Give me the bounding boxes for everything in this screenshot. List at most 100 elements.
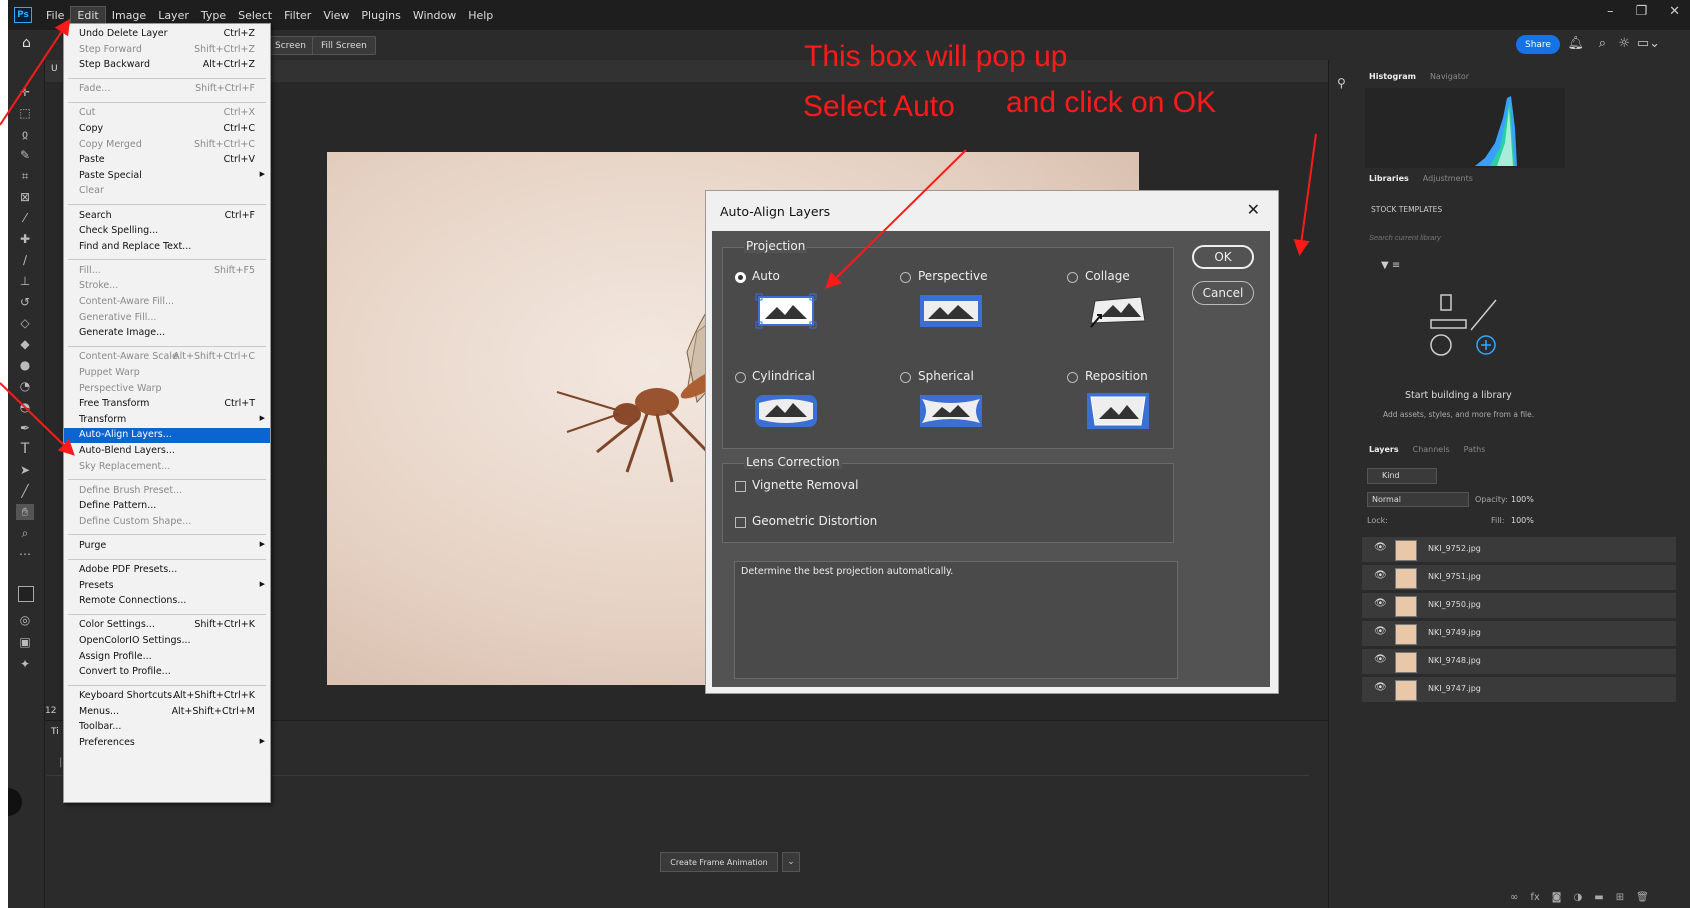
help-bubble[interactable] (8, 788, 22, 816)
minimize-icon[interactable]: – (1607, 4, 1614, 19)
line-tool-icon[interactable]: ╱ (16, 483, 34, 499)
layer-row[interactable]: 👁︎ NKI_9749.jpg (1362, 621, 1676, 647)
folder-icon[interactable]: ▬ (1594, 892, 1603, 903)
create-frame-animation-button[interactable]: Create Frame Animation (660, 852, 778, 872)
edit-menu-item[interactable]: Search Ctrl+F (64, 209, 270, 224)
bell-icon[interactable]: 🔔︎ (1567, 36, 1584, 51)
edit-menu-item[interactable]: Define Custom Shape... (64, 515, 270, 530)
radio-collage-label[interactable]: Collage (1085, 269, 1130, 283)
radio-reposition-label[interactable]: Reposition (1085, 369, 1148, 383)
edit-menu-item[interactable]: Content-Aware Scale Alt+Shift+Ctrl+C (64, 350, 270, 365)
quick-mask-icon[interactable]: ◎ (16, 612, 34, 628)
cylindrical-projection-icon[interactable] (755, 393, 817, 429)
eye-icon[interactable]: 👁︎ (1374, 682, 1387, 693)
layer-row[interactable]: 👁︎ NKI_9752.jpg (1362, 537, 1676, 563)
geometric-distortion-label[interactable]: Geometric Distortion (752, 514, 877, 528)
layer-row[interactable]: 👁︎ NKI_9747.jpg (1362, 677, 1676, 703)
brightness-icon[interactable]: ☼ (1618, 36, 1630, 51)
radio-auto[interactable] (735, 272, 746, 283)
mask-icon[interactable]: ◙ (1552, 892, 1562, 903)
reposition-projection-icon[interactable] (1087, 393, 1149, 429)
perspective-projection-icon[interactable] (920, 293, 982, 329)
edit-menu-item[interactable]: Auto-Blend Layers... (64, 444, 270, 459)
radio-spherical-label[interactable]: Spherical (918, 369, 974, 383)
eyedropper-tool-icon[interactable]: ⁄ (16, 210, 34, 226)
edit-menu-item[interactable]: Assign Profile... (64, 650, 270, 665)
edit-menu-item[interactable]: Define Brush Preset... (64, 484, 270, 499)
tab-channels[interactable]: Channels (1413, 445, 1450, 454)
edit-menu-item[interactable]: Step Backward Alt+Ctrl+Z (64, 58, 270, 73)
edit-menu-item[interactable]: Clear (64, 184, 270, 199)
adjustment-icon[interactable]: ◑ (1574, 892, 1583, 903)
healing-brush-tool-icon[interactable]: ✚ (16, 231, 34, 247)
vignette-removal-checkbox[interactable] (735, 481, 746, 492)
eye-icon[interactable]: 👁︎ (1374, 542, 1387, 553)
document-tab[interactable]: U (51, 64, 58, 74)
menu-type[interactable]: Type (195, 7, 232, 24)
tab-navigator[interactable]: Navigator (1430, 72, 1469, 81)
edit-menu-item[interactable]: Find and Replace Text... (64, 240, 270, 255)
zoom-tool-icon[interactable]: ⌕ (16, 525, 34, 541)
edit-menu-item[interactable]: Content-Aware Fill... (64, 295, 270, 310)
edit-menu-item[interactable]: Copy Ctrl+C (64, 122, 270, 137)
properties-icon[interactable]: ⚲ (1337, 76, 1346, 90)
path-select-tool-icon[interactable]: ➤ (16, 462, 34, 478)
tab-adjustments[interactable]: Adjustments (1423, 174, 1473, 183)
collage-projection-icon[interactable] (1087, 293, 1149, 329)
eye-icon[interactable]: 👁︎ (1374, 654, 1387, 665)
edit-menu-item[interactable]: Copy Merged Shift+Ctrl+C (64, 138, 270, 153)
trash-icon[interactable]: 🗑︎ (1636, 892, 1649, 903)
link-icon[interactable]: ∞ (1510, 892, 1518, 903)
hand-tool-icon[interactable]: ✋︎ (16, 504, 34, 520)
edit-menu-item[interactable]: Check Spelling... (64, 224, 270, 239)
share-button[interactable]: Share (1516, 35, 1560, 54)
edit-menu-item[interactable]: Free Transform Ctrl+T (64, 397, 270, 412)
edit-menu-item[interactable]: Step Forward Shift+Ctrl+Z (64, 43, 270, 58)
sponge-tool-icon[interactable]: ◓ (16, 399, 34, 415)
opacity-value[interactable]: 100% (1511, 495, 1534, 504)
edit-menu-item[interactable]: Purge ▶ (64, 539, 270, 554)
menu-window[interactable]: Window (407, 7, 462, 24)
blur-tool-icon[interactable]: ● (16, 357, 34, 373)
close-icon[interactable]: ✕ (1247, 200, 1260, 219)
blend-mode-select[interactable]: Normal (1367, 492, 1469, 507)
edit-menu-item[interactable]: Generate Image... (64, 326, 270, 341)
dodge-tool-icon[interactable]: ◔ (16, 378, 34, 394)
menu-file[interactable]: File (40, 7, 70, 24)
library-search-input[interactable] (1367, 228, 1561, 246)
screen-button[interactable]: Screen (266, 36, 315, 55)
radio-spherical[interactable] (900, 372, 911, 383)
radio-cylindrical[interactable] (735, 372, 746, 383)
menu-edit[interactable]: Edit (70, 5, 106, 25)
edit-menu-item[interactable]: Sky Replacement... (64, 460, 270, 475)
eraser-tool-icon[interactable]: ◇ (16, 315, 34, 331)
fill-value[interactable]: 100% (1511, 516, 1534, 525)
more-tools-icon[interactable]: ⋯ (16, 546, 34, 562)
cancel-button[interactable]: Cancel (1192, 281, 1254, 305)
eye-icon[interactable]: 👁︎ (1374, 598, 1387, 609)
edit-menu-item[interactable]: Presets ▶ (64, 579, 270, 594)
geometric-distortion-checkbox[interactable] (735, 517, 746, 528)
radio-perspective[interactable] (900, 272, 911, 283)
stamp-tool-icon[interactable]: ⊥ (16, 273, 34, 289)
stock-templates-link[interactable]: STOCK TEMPLATES (1371, 205, 1442, 214)
edit-menu-item[interactable]: Define Pattern... (64, 499, 270, 514)
quick-select-tool-icon[interactable]: ✎ (16, 147, 34, 163)
paint-bucket-tool-icon[interactable]: ◆ (16, 336, 34, 352)
layer-row[interactable]: 👁︎ NKI_9750.jpg (1362, 593, 1676, 619)
history-brush-tool-icon[interactable]: ↺ (16, 294, 34, 310)
restore-icon[interactable]: ❐ (1635, 4, 1647, 19)
menu-layer[interactable]: Layer (152, 7, 195, 24)
edit-menu-item[interactable]: Adobe PDF Presets... (64, 563, 270, 578)
menu-image[interactable]: Image (106, 7, 152, 24)
radio-auto-label[interactable]: Auto (752, 269, 780, 283)
edit-menu-item[interactable]: Transform ▶ (64, 413, 270, 428)
edit-menu-item[interactable]: Auto-Align Layers... (64, 428, 270, 444)
edit-menu-item[interactable]: Fill... Shift+F5 (64, 264, 270, 279)
radio-reposition[interactable] (1067, 372, 1078, 383)
tab-layers[interactable]: Layers (1369, 445, 1399, 454)
fill-screen-button[interactable]: Fill Screen (312, 36, 376, 55)
menu-plugins[interactable]: Plugins (355, 7, 406, 24)
brush-tool-icon[interactable]: ∕ (16, 252, 34, 268)
foreground-color-swatch[interactable] (18, 586, 34, 602)
